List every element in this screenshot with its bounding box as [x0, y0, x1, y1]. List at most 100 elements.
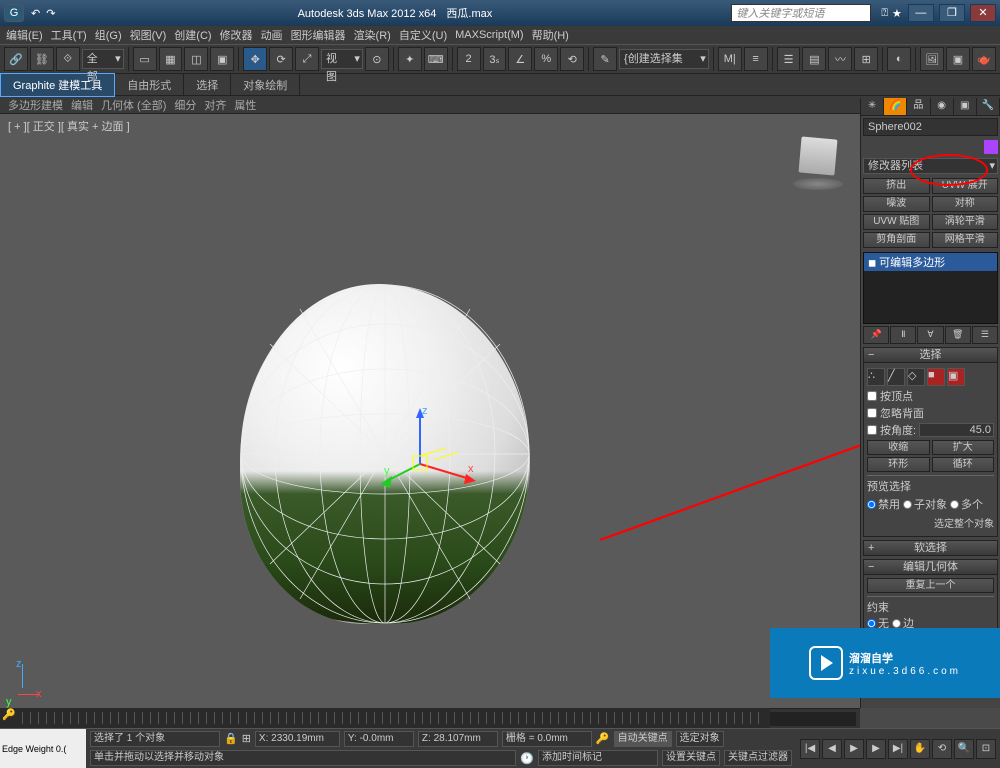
menu-grapheditors[interactable]: 图形编辑器 — [289, 27, 348, 43]
select-name-icon[interactable]: ▦ — [159, 47, 183, 71]
align-icon[interactable]: ≡ — [744, 47, 768, 71]
minimize-button[interactable]: — — [908, 4, 934, 22]
coord-y-field[interactable]: Y: -0.0mm — [344, 731, 414, 747]
search-box[interactable]: 键入关键字或短语 — [731, 4, 871, 22]
grow-button[interactable]: 扩大 — [932, 440, 995, 455]
stack-pin-icon[interactable]: 📌 — [863, 326, 889, 344]
panel-align[interactable]: 对齐 — [204, 97, 226, 113]
tab-create-icon[interactable]: ✳ — [861, 98, 884, 115]
tab-hierarchy-icon[interactable]: 品 — [907, 98, 930, 115]
stack-showend-icon[interactable]: Ⅱ — [890, 326, 916, 344]
menu-view[interactable]: 视图(V) — [128, 27, 169, 43]
menu-animation[interactable]: 动画 — [259, 27, 285, 43]
angle-spinner[interactable]: 45.0 — [919, 423, 994, 437]
goto-start-button[interactable]: |◀ — [800, 739, 820, 759]
viewport[interactable]: [ + ][ 正交 ][ 真实 + 边面 ] z x y — [0, 114, 860, 708]
maximize-button[interactable]: ❐ — [939, 4, 965, 22]
select-icon[interactable]: ▭ — [133, 47, 157, 71]
lock-icon[interactable]: 🔒 — [224, 732, 238, 745]
maximize-vp-icon[interactable]: ⊡ — [976, 739, 996, 759]
radio-constrain-edge[interactable] — [892, 619, 901, 628]
selectionset-dropdown[interactable]: {创建选择集 — [619, 49, 709, 69]
ring-button[interactable]: 环形 — [867, 457, 930, 472]
manip-icon[interactable]: ✦ — [398, 47, 422, 71]
tab-freeform[interactable]: 自由形式 — [115, 74, 184, 96]
pivot-icon[interactable]: ⊙ — [365, 47, 389, 71]
schematic-icon[interactable]: ⊞ — [854, 47, 878, 71]
snap-3d-icon[interactable]: 3ₛ — [483, 47, 507, 71]
mod-noise-button[interactable]: 噪波 — [863, 196, 930, 212]
subobj-element-icon[interactable]: ▣ — [947, 368, 965, 386]
tab-motion-icon[interactable]: ◉ — [931, 98, 954, 115]
chk-ignoreback[interactable] — [867, 408, 877, 418]
panel-polymodel[interactable]: 多边形建模 — [8, 97, 63, 113]
subobj-poly-icon[interactable]: ■ — [927, 368, 945, 386]
help-icon[interactable]: ⍰ — [881, 7, 888, 20]
timetag-field[interactable]: 添加时间标记 — [538, 750, 658, 766]
rotate-icon[interactable]: ⟳ — [269, 47, 293, 71]
viewport-label[interactable]: [ + ][ 正交 ][ 真实 + 边面 ] — [8, 118, 130, 134]
menu-rendering[interactable]: 渲染(R) — [352, 27, 393, 43]
radio-preview-off[interactable] — [867, 500, 876, 509]
modifier-stack[interactable]: ◼ 可编辑多边形 — [863, 252, 998, 324]
zoom-icon[interactable]: 🔍 — [954, 739, 974, 759]
object-name-field[interactable]: Sphere002 — [863, 118, 998, 136]
tab-modify-icon[interactable]: 🌈 — [884, 98, 907, 115]
stack-editablepoly[interactable]: ◼ 可编辑多边形 — [864, 253, 997, 271]
shrink-button[interactable]: 收缩 — [867, 440, 930, 455]
panel-geometry[interactable]: 几何体 (全部) — [101, 97, 166, 113]
refcoord-dropdown[interactable]: 视图 — [321, 49, 363, 69]
subobj-edge-icon[interactable]: ╱ — [887, 368, 905, 386]
object-color-swatch[interactable] — [984, 140, 998, 154]
menu-create[interactable]: 创建(C) — [172, 27, 213, 43]
window-crossing-icon[interactable]: ▣ — [210, 47, 234, 71]
select-region-icon[interactable]: ◫ — [184, 47, 208, 71]
keyfilters-button[interactable]: 关键点过滤器 — [724, 750, 792, 766]
close-button[interactable]: ✕ — [970, 4, 996, 22]
goto-end-button[interactable]: ▶| — [888, 739, 908, 759]
sphere-object[interactable] — [240, 284, 530, 624]
play-button[interactable]: ▶ — [844, 739, 864, 759]
prev-frame-button[interactable]: ◀ — [822, 739, 842, 759]
mod-uvwunwrap-button[interactable]: UVW 展开 — [932, 178, 999, 194]
mod-uvwmap-button[interactable]: UVW 贴图 — [863, 214, 930, 230]
star-icon[interactable]: ★ — [892, 7, 902, 20]
panel-subdivision[interactable]: 细分 — [174, 97, 196, 113]
bind-icon[interactable]: ⟐ — [56, 47, 80, 71]
mod-turbosmooth-button[interactable]: 涡轮平滑 — [932, 214, 999, 230]
radio-preview-multi[interactable] — [950, 500, 959, 509]
spinner-snap-icon[interactable]: ⟲ — [560, 47, 584, 71]
quick-undo[interactable]: ↶ — [31, 7, 40, 20]
menu-maxscript[interactable]: MAXScript(M) — [453, 29, 525, 41]
link-icon[interactable]: 🔗 — [4, 47, 28, 71]
angle-snap-icon[interactable]: ∠ — [508, 47, 532, 71]
menu-modifiers[interactable]: 修改器 — [218, 27, 255, 43]
tab-graphite[interactable]: Graphite 建模工具 — [0, 73, 115, 97]
viewcube[interactable] — [790, 134, 846, 190]
script-listener[interactable]: Edge Weight 0.( — [0, 729, 86, 768]
scale-icon[interactable]: ⤢ — [295, 47, 319, 71]
move-icon[interactable]: ✥ — [243, 47, 267, 71]
chk-byangle[interactable] — [867, 425, 877, 435]
mod-chamferprof-button[interactable]: 剪角剖面 — [863, 232, 930, 248]
editset-icon[interactable]: ✎ — [593, 47, 617, 71]
tab-display-icon[interactable]: ▣ — [954, 98, 977, 115]
material-icon[interactable]: ◐ — [887, 47, 911, 71]
stack-config-icon[interactable]: ☰ — [972, 326, 998, 344]
panel-edit[interactable]: 编辑 — [71, 97, 93, 113]
app-icon[interactable]: G — [4, 4, 24, 22]
render-frame-icon[interactable]: ▣ — [946, 47, 970, 71]
radio-preview-subobj[interactable] — [903, 500, 912, 509]
snap-2d-icon[interactable]: 2 — [457, 47, 481, 71]
track-bar[interactable]: 🔑 — [0, 708, 770, 728]
layermgr-icon[interactable]: ▤ — [802, 47, 826, 71]
stack-remove-icon[interactable]: 🗑 — [945, 326, 971, 344]
keyboard-icon[interactable]: ⌨ — [424, 47, 448, 71]
rollout-editgeo-hdr[interactable]: 编辑几何体 — [863, 559, 998, 575]
subobj-border-icon[interactable]: ◇ — [907, 368, 925, 386]
unlink-icon[interactable]: ⛓ — [30, 47, 54, 71]
setkey-button[interactable]: 设置关键点 — [662, 750, 720, 766]
coord-x-field[interactable]: X: 2330.19mm — [255, 731, 340, 747]
percent-snap-icon[interactable]: % — [534, 47, 558, 71]
repeat-button[interactable]: 重复上一个 — [867, 578, 994, 593]
